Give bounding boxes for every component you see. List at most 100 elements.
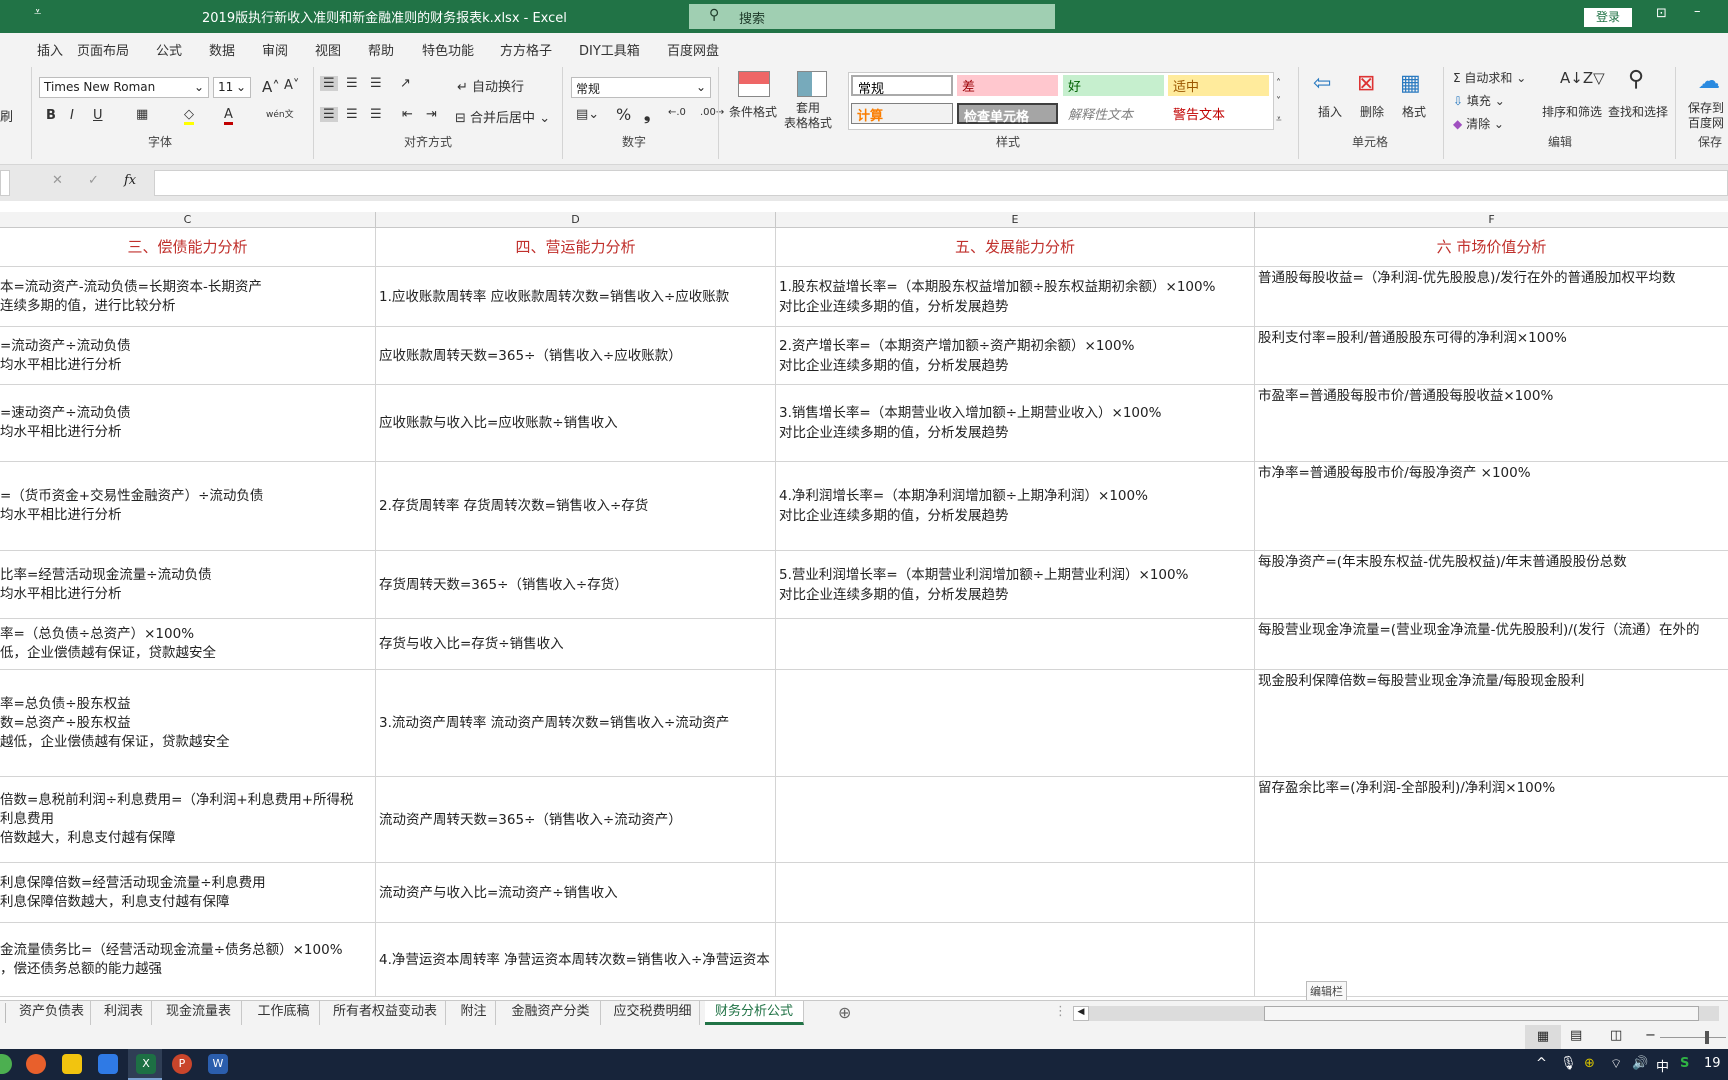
cell-e[interactable] [776,863,1255,923]
delete-cells-button[interactable]: 删除 [1360,103,1384,120]
cell-d[interactable]: 存货与收入比=存货÷销售收入 [376,619,776,670]
increase-font-icon[interactable]: A˄ [262,78,280,96]
app-icon-partial[interactable] [0,1054,12,1074]
clock[interactable]: 19 [1704,1056,1721,1071]
insert-cells-button[interactable]: 插入 [1318,103,1342,120]
delete-cells-icon[interactable]: ⊠ [1357,71,1375,96]
phonetic-icon[interactable]: wén文 [266,107,294,120]
insert-cells-icon[interactable]: ⇦ [1313,71,1331,96]
normal-view-icon[interactable]: ▦ [1525,1025,1561,1049]
excel-icon[interactable]: X [136,1054,156,1074]
cell-c[interactable]: 率=总负债÷股东权益 数=总资产÷股东权益 越低，企业偿债越有保证，贷款越安全 [0,670,376,777]
cell-c[interactable]: =流动资产÷流动负债 均水平相比进行分析 [0,327,376,385]
cell-e[interactable]: 5.营业利润增长率=（本期营业利润增加额÷上期营业利润）×100% 对比企业连续多… [776,551,1255,619]
name-box[interactable] [0,170,10,196]
cell-c[interactable]: 比率=经营活动现金流量÷流动负债 均水平相比进行分析 [0,551,376,619]
tab-fangfang[interactable]: 方方格子 [500,40,552,59]
cell-d[interactable]: 流动资产与收入比=流动资产÷销售收入 [376,863,776,923]
cell-e[interactable]: 4.净利润增长率=（本期净利润增加额÷上期净利润）×100% 对比企业连续多期的… [776,462,1255,551]
tab-special-features[interactable]: 特色功能 [422,40,474,59]
cell-f[interactable]: 市净率=普通股每股市价/每股净资产 ×100% [1255,462,1728,551]
tray-expand-icon[interactable]: ^ [1536,1056,1547,1071]
sheet-tab[interactable]: 财务分析公式 [705,1001,804,1025]
align-right-icon[interactable]: ☰ [370,107,382,122]
format-cells-button[interactable]: 格式 [1402,103,1426,120]
cell-f[interactable]: 留存盈余比率=(净利润-全部股利)/净利润×100% [1255,777,1728,863]
style-explanatory[interactable]: 解释性文本 [1063,103,1164,124]
autosum-button[interactable]: Σ 自动求和 ⌄ [1453,69,1526,86]
underline-button[interactable]: U [93,108,103,123]
column-header-e[interactable]: E [776,212,1255,228]
align-bottom-icon[interactable]: ☰ [370,76,382,91]
insert-function-icon[interactable]: fx [124,173,136,188]
bold-button[interactable]: B [46,108,56,123]
cell-c[interactable]: 本=流动资产-流动负债=长期资本-长期资产 连续多期的值，进行比较分析 [0,267,376,327]
cell-e[interactable] [776,619,1255,670]
header-cell-c[interactable]: 三、偿债能力分析 [0,228,376,267]
security-icon[interactable]: ⊕ [1584,1056,1595,1071]
fill-button[interactable]: ⇩ 填充 ⌄ [1453,92,1505,109]
tab-formulas[interactable]: 公式 [156,40,182,59]
cell-f[interactable]: 普通股每股收益=（净利润-优先股股息)/发行在外的普通股加权平均数 [1255,267,1728,327]
column-header-d[interactable]: D [376,212,776,228]
find-select-icon[interactable]: ⚲ [1628,67,1644,92]
search-box[interactable]: ⚲ 搜索 [689,4,1055,29]
italic-button[interactable]: I [70,108,74,123]
style-warning[interactable]: 警告文本 [1168,103,1269,124]
sort-filter-icon[interactable]: A↓Z▽ [1560,69,1605,87]
merge-center-button[interactable]: ⊟ 合并后居中 ⌄ [455,107,550,126]
tab-baidu-netdisk[interactable]: 百度网盘 [667,40,719,59]
header-cell-e[interactable]: 五、发展能力分析 [776,228,1255,267]
column-header-f[interactable]: F [1255,212,1728,228]
cell-d[interactable]: 存货周转天数=365÷（销售收入÷存货） [376,551,776,619]
percent-button[interactable]: % [616,105,631,124]
tab-data[interactable]: 数据 [209,40,235,59]
cell-c[interactable]: 倍数=息税前利润÷利息费用=（净利润+利息费用+所得税 利息费用 倍数越大，利息支付… [0,777,376,863]
cell-d[interactable]: 2.存货周转率 存货周转次数=销售收入÷存货 [376,462,776,551]
style-good[interactable]: 好 [1063,75,1164,96]
accounting-format-icon[interactable]: ▤⌄ [576,107,599,122]
column-header-c[interactable]: C [0,212,376,228]
align-middle-icon[interactable]: ☰ [346,76,358,91]
page-layout-view-icon[interactable]: ▤ [1570,1028,1582,1043]
orientation-icon[interactable]: ↗ [400,76,411,91]
baidu-netdisk-icon[interactable]: ☁ [1698,69,1720,94]
powerpoint-icon[interactable]: P [172,1054,192,1074]
conditional-format-button[interactable]: 条件格式 [729,103,777,120]
font-name-select[interactable]: Times New Roman ⌄ [39,77,209,98]
font-color-icon[interactable]: A [224,107,233,125]
tab-review[interactable]: 审阅 [262,40,288,59]
number-format-select[interactable]: 常规 ⌄ [571,77,711,98]
add-sheet-icon[interactable]: ⊕ [838,1003,851,1022]
firefox-icon[interactable] [26,1054,46,1074]
increase-indent-icon[interactable]: ⇥ [426,107,437,122]
tab-view[interactable]: 视图 [315,40,341,59]
formula-input[interactable] [154,170,1728,196]
cell-d[interactable]: 4.净营运资本周转率 净营运资本周转次数=销售收入÷净营运资本 [376,923,776,997]
sheet-tab[interactable]: 金融资产分类 [501,1001,601,1025]
player-icon[interactable] [62,1054,82,1074]
customize-qat-icon[interactable]: ⩡ [34,5,41,20]
sheet-tab[interactable]: 附注 [452,1001,496,1025]
font-size-select[interactable]: 11 ⌄ [213,77,251,98]
horizontal-scrollbar[interactable] [1089,1006,1719,1021]
cell-e[interactable]: 2.资产增长率=（本期资产增加额÷资产期初余额）×100% 对比企业连续多期的值，… [776,327,1255,385]
cell-c[interactable]: 利息保障倍数=经营活动现金流量÷利息费用 利息保障倍数越大，利息支付越有保障 [0,863,376,923]
increase-decimal-icon[interactable]: ←.0 [668,107,686,118]
tab-splitter[interactable]: ⋮ [1054,1004,1067,1019]
cell-f[interactable]: 市盈率=普通股每股市价/普通股每股收益×100% [1255,385,1728,462]
style-bad[interactable]: 差 [957,75,1058,96]
tab-diy-toolbox[interactable]: DIY工具箱 [579,40,640,59]
wifi-icon[interactable]: ⌔ [1610,1056,1622,1072]
microphone-icon[interactable]: 🎙 [1560,1056,1577,1071]
cell-f[interactable]: 每股营业现金净流量=(营业现金净流量-优先股股利)/(发行（流通）在外的 [1255,619,1728,670]
align-center-icon[interactable]: ☰ [346,107,358,122]
decrease-indent-icon[interactable]: ⇤ [402,107,413,122]
sort-filter-button[interactable]: 排序和筛选 [1542,103,1602,120]
style-check-cell[interactable]: 检查单元格 [957,103,1058,125]
ime-indicator[interactable]: 中 [1656,1056,1669,1075]
page-break-view-icon[interactable]: ◫ [1610,1028,1622,1043]
header-cell-d[interactable]: 四、营运能力分析 [376,228,776,267]
cell-c[interactable]: =（货币资金+交易性金融资产）÷流动负债 均水平相比进行分析 [0,462,376,551]
conditional-format-icon[interactable] [738,71,770,97]
